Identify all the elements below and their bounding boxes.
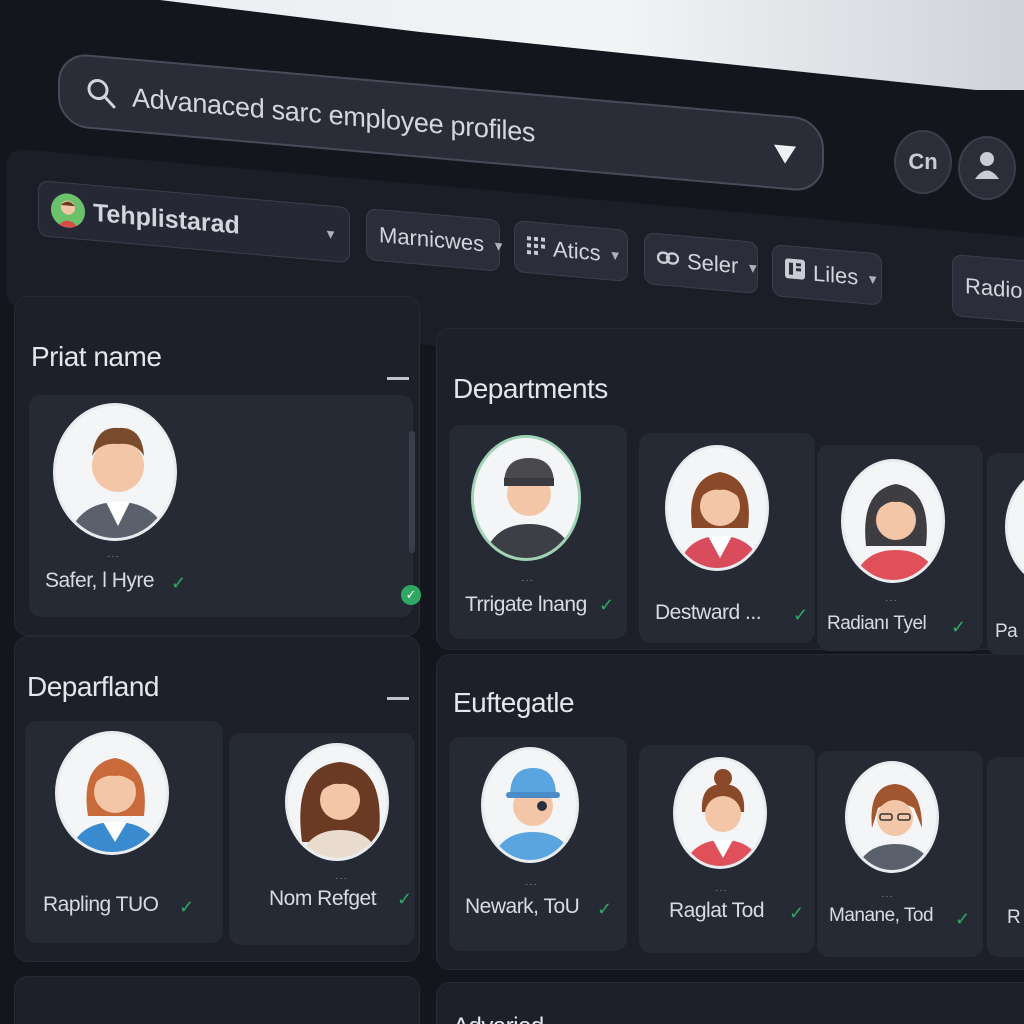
person-card[interactable]: Pa: [987, 453, 1024, 655]
avatar: [673, 757, 767, 869]
avatar: [285, 743, 389, 861]
link-icon: [656, 246, 680, 274]
filter-label: Liles: [813, 260, 859, 290]
panel-title: Euftegatle: [453, 687, 575, 718]
radio-button-label: Radio: [965, 273, 1023, 304]
person-name: Manane, Tod: [829, 905, 934, 926]
person-card[interactable]: ··· Safer, l Hyre ✓ ✓: [29, 395, 421, 617]
person-name: Raglat Tod: [669, 899, 765, 922]
separator-dots: ···: [881, 891, 894, 902]
check-icon: ✓: [793, 605, 809, 625]
panel-deparfland: Deparfland Rapling TUO ✓ ··· Nom Refget …: [14, 636, 420, 962]
search-input[interactable]: Advanaced sarc employee profiles: [132, 82, 535, 148]
person-card[interactable]: Destward ... ✓: [639, 433, 815, 643]
check-icon: ✓: [397, 889, 413, 909]
person-name: Nom Refget: [269, 887, 377, 910]
check-icon: ✓: [789, 903, 805, 923]
radio-button[interactable]: Radio: [952, 254, 1024, 324]
person-name: Pa: [995, 621, 1018, 642]
panel-title: Advaried: [453, 1013, 544, 1024]
avatar: [1005, 467, 1024, 587]
header-initials-label: Cn: [908, 149, 938, 174]
person-card[interactable]: ··· Radianı Tyel ✓: [817, 445, 983, 651]
collapse-icon[interactable]: [387, 377, 409, 380]
person-name: R: [1007, 907, 1021, 928]
scrollbar[interactable]: [409, 431, 415, 553]
app-window: Advanaced sarc employee profiles Cn Tehp…: [0, 0, 1024, 1024]
avatar: [53, 403, 177, 541]
check-icon: ✓: [597, 899, 613, 919]
panel-print-name: Priat name ··· Safer, l Hyre ✓ ✓: [14, 296, 421, 636]
avatar: [845, 761, 939, 873]
filter-label: Atics: [553, 236, 601, 266]
person-name: Trrigate lnang: [465, 593, 587, 616]
separator-dots: ···: [525, 879, 538, 890]
check-icon: ✓: [179, 897, 195, 917]
person-card[interactable]: ··· Nom Refget ✓: [229, 733, 415, 945]
filter-label: Seler: [687, 248, 739, 279]
panel-bottom-left: [14, 976, 420, 1024]
person-card[interactable]: ··· Newark, ToU ✓: [449, 737, 627, 951]
chevron-down-icon: ▼: [866, 270, 880, 287]
user-icon: [974, 150, 1000, 186]
panel-departments: Departments ··· Trrigate lnang ✓ Destwar…: [436, 328, 1024, 655]
person-name: Radianı Tyel: [827, 613, 927, 634]
chevron-down-icon: ▼: [746, 259, 760, 276]
panel-bottom-right: Advaried: [436, 982, 1024, 1024]
avatar: [55, 731, 169, 855]
filter-liles[interactable]: Liles ▼: [772, 244, 882, 306]
panel-title: Deparfland: [27, 671, 159, 702]
chevron-down-icon: ▼: [492, 237, 506, 254]
chevron-down-icon: ▼: [324, 225, 337, 242]
profile-avatar-icon: [51, 192, 85, 230]
check-icon: ✓: [599, 595, 615, 615]
person-card[interactable]: ··· Trrigate lnang ✓: [449, 425, 627, 639]
grid-icon: [527, 234, 545, 262]
chevron-down-icon: ▼: [608, 246, 622, 263]
verified-check-icon: ✓: [401, 585, 421, 605]
filter-label: Marnicwes: [379, 222, 485, 257]
separator-dots: ···: [885, 595, 898, 606]
avatar: [481, 747, 579, 863]
user-account-button[interactable]: [958, 136, 1016, 200]
avatar: [841, 459, 945, 583]
person-name: Rapling TUO: [43, 893, 159, 916]
separator-dots: ···: [107, 551, 120, 562]
person-name: Safer, l Hyre: [45, 569, 155, 592]
check-icon: ✓: [171, 573, 187, 593]
check-icon: ✓: [955, 909, 971, 929]
dropdown-triangle-icon[interactable]: [770, 138, 800, 171]
filter-seler[interactable]: Seler ▼: [644, 232, 760, 294]
panel-title: Departments: [453, 373, 608, 404]
panel-title: Priat name: [31, 341, 162, 372]
person-card[interactable]: ··· Manane, Tod ✓: [817, 751, 983, 957]
search-icon: [86, 76, 116, 109]
filter-atics[interactable]: Atics ▼: [514, 220, 628, 282]
avatar: [665, 445, 769, 571]
list-icon: [785, 258, 805, 286]
collapse-icon[interactable]: [387, 697, 409, 700]
separator-dots: ···: [715, 885, 728, 896]
header-initials-button[interactable]: Cn: [894, 130, 952, 194]
person-card[interactable]: R: [987, 757, 1024, 957]
check-icon: ✓: [951, 617, 967, 637]
separator-dots: ···: [521, 575, 534, 586]
person-name: Destward ...: [655, 601, 762, 624]
person-card[interactable]: ··· Raglat Tod ✓: [639, 745, 815, 953]
avatar: [471, 435, 581, 561]
person-card[interactable]: Rapling TUO ✓: [25, 721, 223, 943]
separator-dots: ···: [335, 873, 348, 884]
person-name: Newark, ToU: [465, 895, 580, 918]
panel-euftegatle: Euftegatle ··· Newark, ToU ✓ ··· Raglat …: [436, 654, 1024, 970]
profile-select-label: Tehplistarad: [93, 198, 240, 240]
